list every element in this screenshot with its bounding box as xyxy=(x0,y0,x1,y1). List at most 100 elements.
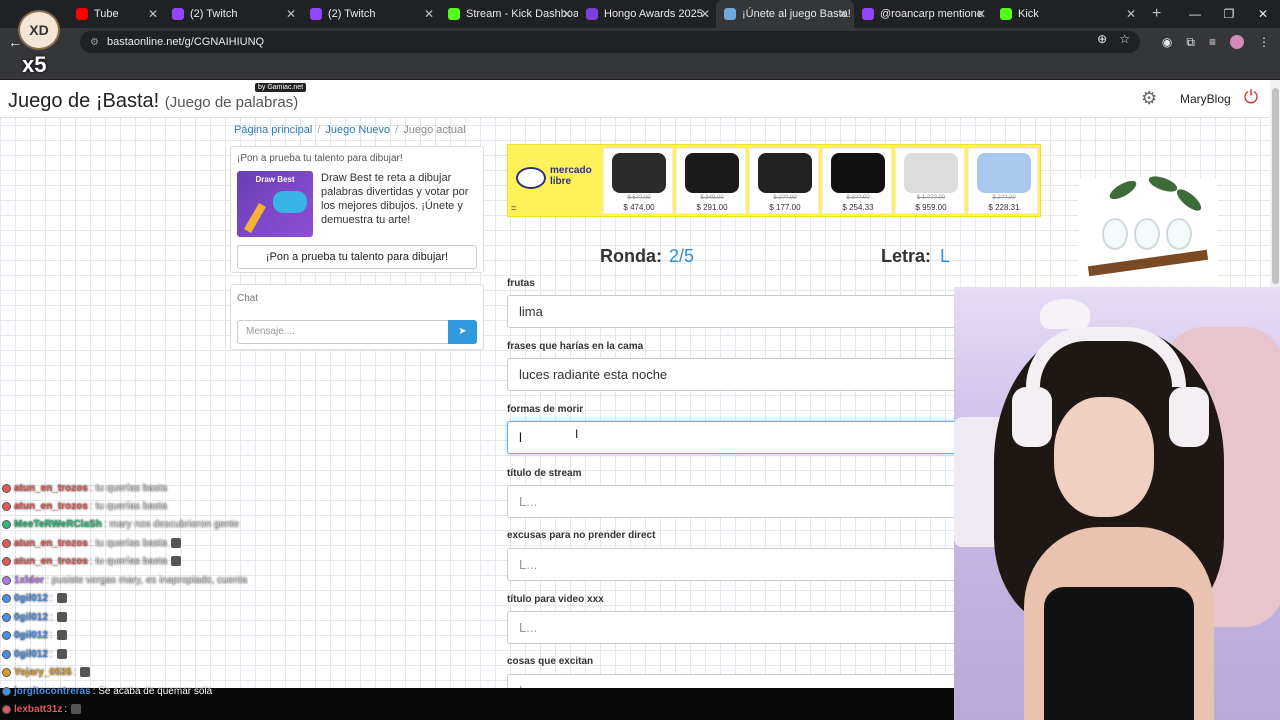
tab-close-icon[interactable]: ✕ xyxy=(286,7,296,21)
browser-tab[interactable]: (2) Twitch ✕ xyxy=(302,0,440,28)
profile-avatar[interactable] xyxy=(1230,35,1244,49)
menu-kebab-icon[interactable]: ⋮ xyxy=(1258,35,1270,49)
title-subtitle: (Juego de palabras) xyxy=(164,94,299,111)
tab-close-icon[interactable]: ✕ xyxy=(976,7,986,21)
tab-label: Kick xyxy=(1018,8,1039,20)
breadcrumb-new-game[interactable]: Juego Nuevo xyxy=(325,124,390,136)
plant-stand-ad[interactable] xyxy=(1078,173,1218,286)
new-tab-button[interactable]: + xyxy=(1152,5,1161,23)
chat-username: jorgitocontreras xyxy=(14,685,91,697)
ad-product[interactable]: $ 2??.00 $ 228.31 xyxy=(968,148,1038,214)
tab-label: Tube xyxy=(94,8,119,20)
ad-product[interactable]: $ 6??.00 $ 474.00 xyxy=(603,148,673,214)
browser-tab[interactable]: Hongo Awards 2025 ✕ xyxy=(578,0,716,28)
restore-icon[interactable]: ❐ xyxy=(1212,0,1246,28)
bookmark-star-icon[interactable]: ☆ xyxy=(1119,32,1130,46)
gear-icon[interactable]: ⚙ xyxy=(1141,88,1157,109)
mercado-libre-ad[interactable]: mercado libre = $ 6??.00 $ 474.00 $ 349.00… xyxy=(507,144,1041,217)
ad-product[interactable]: $ 349.00 $ 291.00 xyxy=(676,148,746,214)
chat-message: 0gil012: xyxy=(2,609,67,625)
promo-button[interactable]: ¡Pon a prueba tu talento para dibujar! xyxy=(237,245,477,269)
field-label: cosas que excitan xyxy=(507,656,594,667)
chat-message: atun_en_trozos: tu querías basta xyxy=(2,480,167,496)
tab-close-icon[interactable]: ✕ xyxy=(562,7,572,21)
draw-best-logo[interactable]: Draw Best xyxy=(237,171,313,237)
category-input[interactable]: lima xyxy=(507,295,967,328)
category-input[interactable]: L... xyxy=(507,548,967,581)
user-badge-icon xyxy=(2,686,11,696)
tab-favicon-icon xyxy=(310,8,322,20)
ad-product[interactable]: $ 1.???.00 $ 959.00 xyxy=(895,148,965,214)
user-badge-icon xyxy=(2,667,11,677)
chat-username: 0gil012 xyxy=(14,611,48,623)
streamer-face xyxy=(1054,397,1154,517)
product-old-price: $ 3??.00 xyxy=(846,195,870,201)
scrollbar-thumb[interactable] xyxy=(1272,88,1279,284)
browser-tab[interactable]: Kick ✕ xyxy=(992,0,1142,28)
headphones-cup-left xyxy=(1012,387,1052,447)
category-input[interactable]: luces radiante esta noche xyxy=(507,358,967,391)
tab-close-icon[interactable]: ✕ xyxy=(838,7,848,21)
tab-close-icon[interactable]: ✕ xyxy=(424,7,434,21)
category-input[interactable]: L... xyxy=(507,611,967,644)
chat-message: 0gil012: xyxy=(2,590,67,606)
chat-text: : xyxy=(49,611,53,623)
browser-tab[interactable]: @roancarp mentione ✕ xyxy=(854,0,992,28)
ad-product[interactable]: $ 2??.00 $ 177.00 xyxy=(749,148,819,214)
round-indicator: Ronda: 2/5 xyxy=(600,246,694,267)
browser-tab[interactable]: ¡Únete al juego Basta! ✕ xyxy=(716,0,854,28)
site-header: Juego de ¡Basta! (Juego de palabras) by … xyxy=(0,80,1280,118)
tab-close-icon[interactable]: ✕ xyxy=(1126,7,1136,21)
tab-label: (2) Twitch xyxy=(328,8,376,20)
send-icon[interactable]: ➤ xyxy=(448,320,477,344)
extension-icon[interactable]: ◉ xyxy=(1162,35,1172,49)
letter-indicator: Letra: L xyxy=(881,246,950,267)
round-label: Ronda: xyxy=(600,246,662,266)
draw-best-promo: ¡Pon a prueba tu talento para dibujar! D… xyxy=(230,146,484,273)
chat-text: : Se acaba de quemar sola xyxy=(92,685,213,697)
tab-favicon-icon xyxy=(1000,8,1012,20)
chat-message: lexbatt31z: xyxy=(2,701,82,717)
tab-close-icon[interactable]: ✕ xyxy=(148,7,158,21)
emote-icon xyxy=(71,704,82,714)
tab-favicon-icon xyxy=(724,8,736,20)
site-info-icon[interactable]: ⚙ xyxy=(90,37,99,48)
browser-tab[interactable]: (2) Twitch ✕ xyxy=(164,0,302,28)
emote-icon xyxy=(171,556,182,566)
address-bar[interactable]: ⚙ bastaonline.net/g/CGNAIHIUNQ xyxy=(80,31,1140,53)
user-name[interactable]: MaryBlog xyxy=(1180,92,1231,106)
chat-message: jorgitocontreras: Se acaba de quemar sol… xyxy=(2,683,212,699)
category-input[interactable]: L... xyxy=(507,485,967,518)
avatar-badge: XD xyxy=(18,10,60,50)
tab-label: (2) Twitch xyxy=(190,8,238,20)
zoom-icon[interactable]: ⊕ xyxy=(1097,32,1107,46)
mercado-libre-logo: mercado libre xyxy=(516,163,596,199)
chat-message: atun_en_trozos: tu querías basta xyxy=(2,535,182,551)
chat-username: lexbatt31z xyxy=(14,703,63,715)
puzzle-icon[interactable]: ⧉ xyxy=(1186,35,1195,50)
product-thumbnail xyxy=(904,153,958,193)
speech-bubble-icon xyxy=(273,191,307,213)
round-value: 2/5 xyxy=(669,246,695,266)
close-window-icon[interactable]: ✕ xyxy=(1246,0,1280,28)
product-thumbnail xyxy=(612,153,666,193)
tab-close-icon[interactable]: ✕ xyxy=(700,7,710,21)
media-icon[interactable]: ≡ xyxy=(1209,35,1216,49)
product-old-price: $ 2??.00 xyxy=(992,195,1016,201)
chat-text: : xyxy=(49,629,53,641)
chat-message-input[interactable]: Mensaje.... xyxy=(237,320,449,344)
breadcrumb-home[interactable]: Página principal xyxy=(234,124,312,136)
chat-message: 1xldor: pusiste vergas mary, es inapropi… xyxy=(2,572,247,588)
tab-favicon-icon xyxy=(862,8,874,20)
power-icon[interactable]: ⏻ xyxy=(1241,87,1261,107)
cat-ear-decoration xyxy=(1040,299,1090,329)
minimize-icon[interactable]: — xyxy=(1178,0,1212,28)
browser-tab[interactable]: Stream - Kick Dashboard ✕ xyxy=(440,0,578,28)
ad-brand: mercado libre xyxy=(550,165,592,187)
field-label: título de stream xyxy=(507,468,582,479)
browser-tab[interactable]: Tube ✕ xyxy=(68,0,164,28)
field-label: frutas xyxy=(507,278,535,289)
emote-icon xyxy=(171,538,182,548)
product-thumbnail xyxy=(831,153,885,193)
ad-product[interactable]: $ 3??.00 $ 254.33 xyxy=(822,148,892,214)
